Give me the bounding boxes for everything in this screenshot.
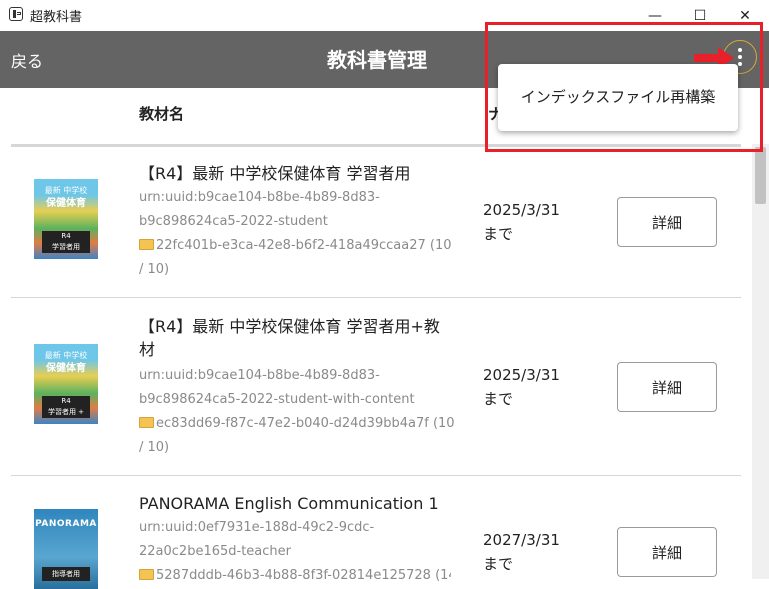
cover-text: 保健体育 [46, 363, 86, 374]
app-logo-icon [9, 7, 23, 21]
book-urn: urn:uuid:0ef7931e-188d-49c2-9cdc- 22a0c2… [139, 520, 375, 559]
book-folder: 22fc401b-e3ca-42e8-b6f2-418a49ccaa27 (10… [139, 238, 452, 277]
book-title: 【R4】最新 中学校保健体育 学習者用 [139, 164, 411, 183]
column-header-name[interactable]: 教材名 [139, 103, 184, 124]
book-cover-image: 最新 中学校 保健体育 R4 学習者用 + [34, 344, 98, 424]
row-divider [11, 297, 741, 298]
book-folder: 5287dddb-46b3-4b88-8f3f-02814e125728 (14 [139, 564, 451, 588]
book-cover-image: 最新 中学校 保健体育 R4 学習者用 [34, 179, 98, 259]
scrollbar-track[interactable] [752, 144, 769, 579]
cover-badge: R4 学習者用 [42, 231, 90, 253]
cover-badge: R4 学習者用 + [42, 396, 90, 418]
book-title: PANORAMA English Communication 1 [139, 494, 439, 513]
expiry-date: 2025/3/31 まで [483, 366, 560, 408]
cover-text: 保健体育 [46, 198, 86, 209]
folder-icon [139, 239, 154, 250]
detail-button[interactable]: 詳細 [617, 362, 717, 412]
folder-icon [139, 417, 154, 428]
expiry-date: 2027/3/31 まで [483, 531, 560, 573]
book-title: 【R4】最新 中学校保健体育 学習者用+教 材 [139, 317, 440, 359]
detail-button[interactable]: 詳細 [617, 197, 717, 247]
scrollbar-thumb[interactable] [755, 147, 766, 204]
window-title: 超教科書 [30, 10, 83, 25]
book-folder: ec83dd69-f87c-47e2-b040-d24d39bb4a7f (10… [139, 416, 455, 455]
book-cover-image: PANORAMA 指導者用 [34, 509, 98, 589]
expiry-date: 2025/3/31 まで [483, 201, 560, 243]
detail-button[interactable]: 詳細 [617, 527, 717, 577]
annotation-highlight-box [485, 22, 763, 152]
folder-icon [139, 569, 154, 580]
book-urn: urn:uuid:b9cae104-b8be-4b89-8d83- b9c898… [139, 190, 380, 229]
cover-text: PANORAMA [35, 519, 97, 529]
row-divider [11, 475, 741, 476]
book-urn: urn:uuid:b9cae104-b8be-4b89-8d83- b9c898… [139, 368, 415, 407]
